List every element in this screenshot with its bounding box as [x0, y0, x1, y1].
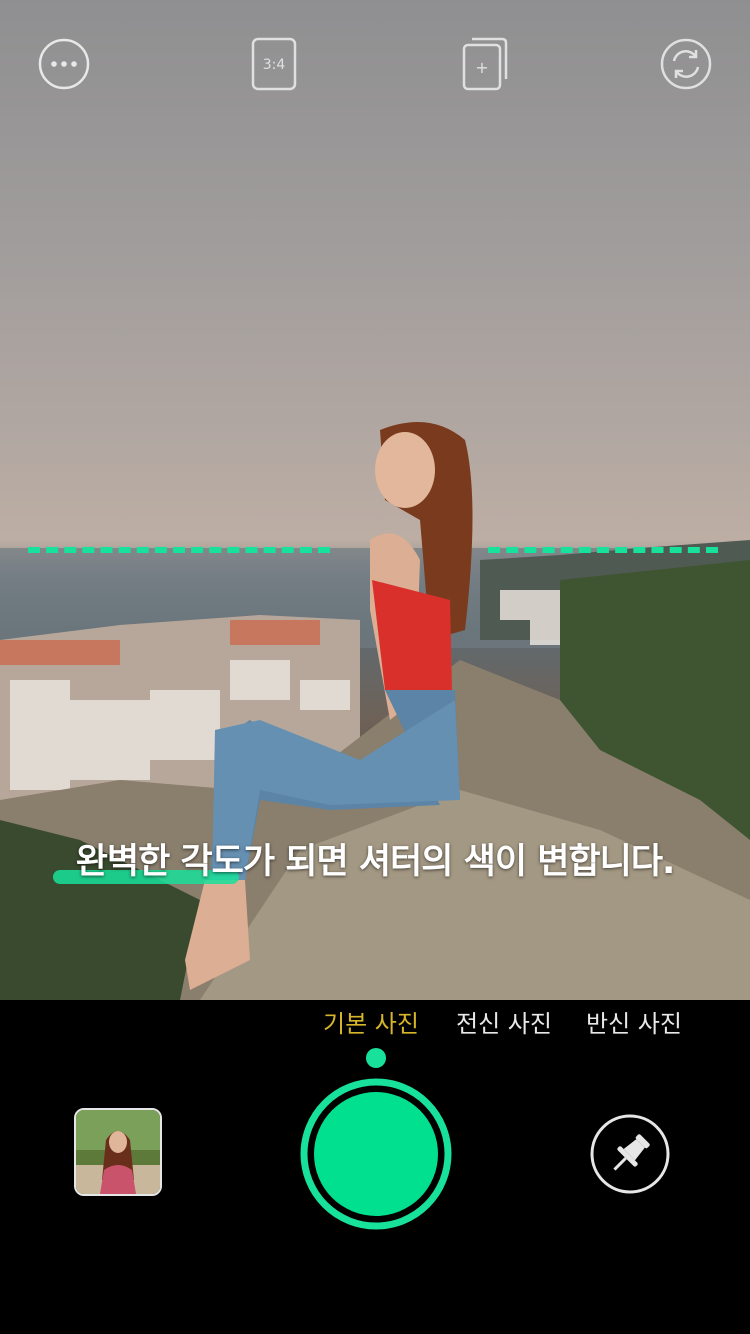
switch-camera-button[interactable] — [659, 37, 713, 91]
guide-caption-text: 완벽한 각도가 되면 셔터의 색이 변합니다. — [75, 842, 676, 882]
shutter-button[interactable] — [300, 1078, 452, 1230]
add-frame-label: + — [475, 58, 488, 77]
camera-viewfinder[interactable]: 3:4 + 완벽한 각도가 되면 셔터의 색이 변합니다. — [0, 0, 750, 1000]
guide-caption: 완벽한 각도가 되면 셔터의 색이 변합니다. — [0, 836, 750, 888]
shutter-icon — [300, 1078, 452, 1230]
gallery-thumbnail-button[interactable] — [74, 1108, 162, 1196]
mode-basic-photo[interactable]: 기본 사진 — [323, 1004, 419, 1039]
camera-flip-icon — [660, 38, 712, 90]
aspect-ratio-icon: 3:4 — [251, 37, 297, 91]
gallery-thumbnail — [76, 1110, 160, 1194]
more-options-button[interactable] — [37, 37, 91, 91]
ellipsis-circle-icon — [38, 38, 90, 90]
mode-full-body-photo[interactable]: 전신 사진 — [456, 1004, 552, 1039]
mode-indicator-dot — [366, 1048, 386, 1068]
pushpin-icon — [590, 1114, 670, 1194]
aspect-ratio-button[interactable]: 3:4 — [247, 37, 301, 91]
mode-half-body-photo[interactable]: 반신 사진 — [586, 1004, 682, 1039]
mode-selector: 기본 사진 전신 사진 반신 사진 — [0, 1000, 750, 1040]
add-frame-icon: + — [462, 37, 508, 91]
horizon-guide-left — [28, 547, 330, 553]
add-frame-button[interactable]: + — [458, 37, 512, 91]
aspect-ratio-label: 3:4 — [263, 57, 286, 73]
pin-button[interactable] — [589, 1113, 671, 1195]
horizon-guide-right — [488, 547, 718, 553]
